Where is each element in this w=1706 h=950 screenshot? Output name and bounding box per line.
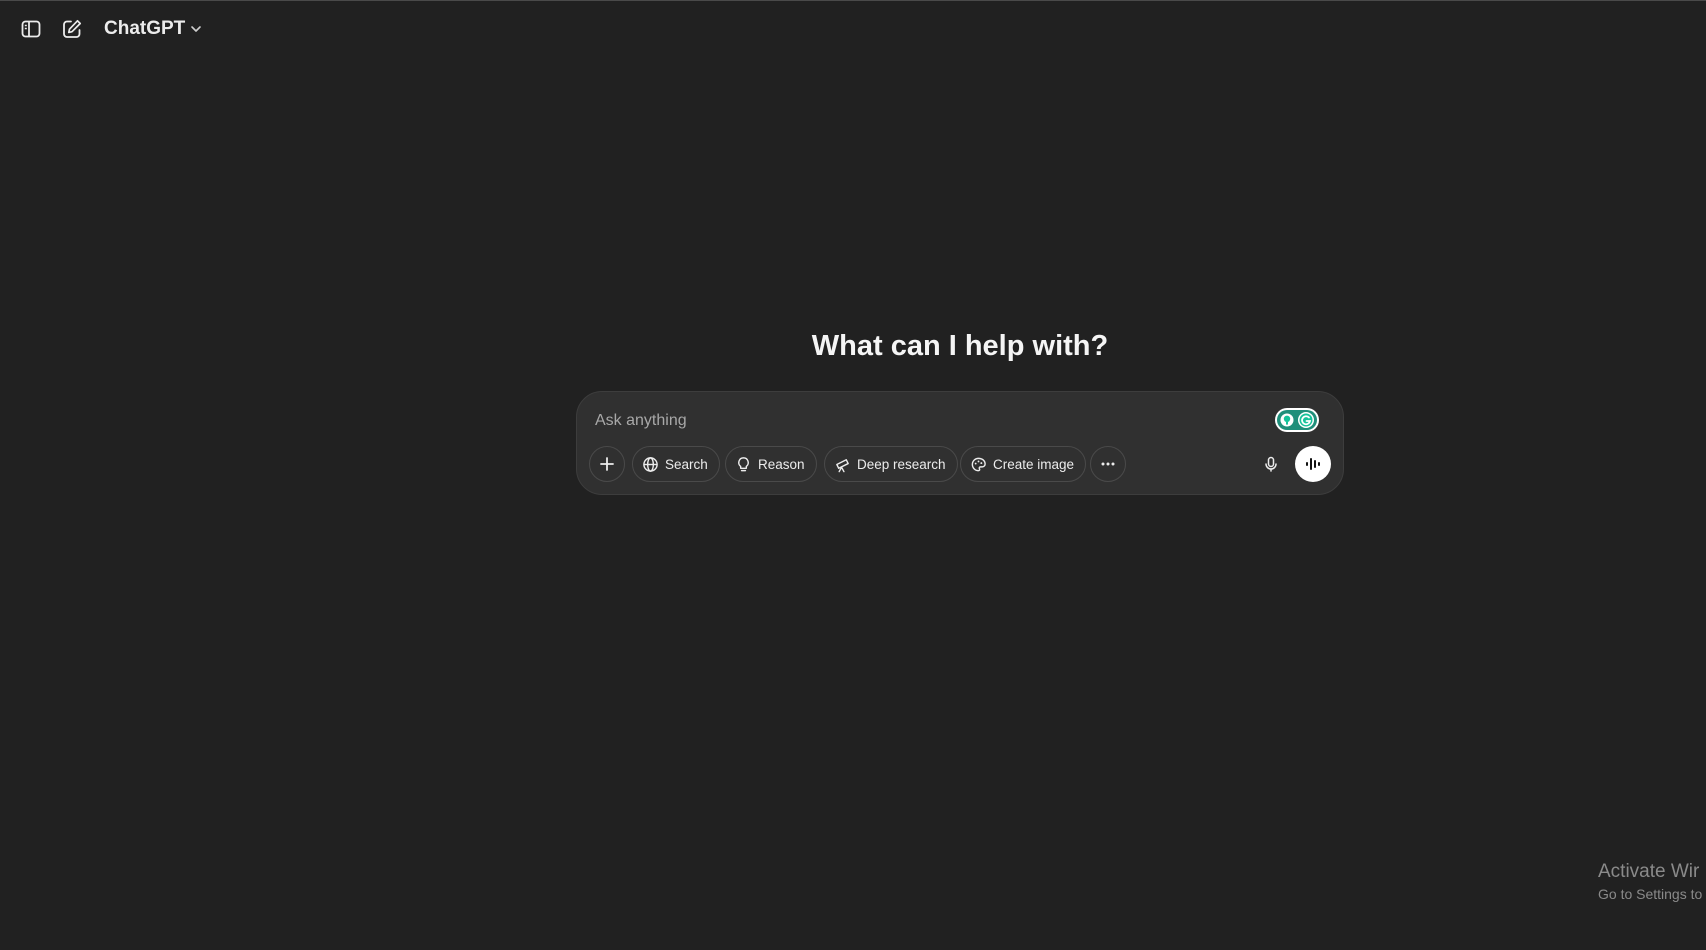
create-image-tool-button[interactable]: Create image [960,446,1087,482]
prompt-input[interactable]: Ask anything [595,409,1235,433]
reason-tool-button[interactable]: Reason [725,446,817,482]
lightbulb-icon [738,456,749,471]
sidebar-toggle-icon [21,20,41,38]
reason-tool-label: Reason [758,456,805,472]
model-name: ChatGPT [104,18,186,39]
watermark-line-2: Go to Settings to [1598,886,1703,902]
more-icon [1101,462,1115,466]
deep-research-tool-label: Deep research [857,456,946,472]
dictate-button[interactable] [1253,446,1289,482]
sidebar-toggle-button[interactable] [13,11,49,47]
new-chat-button[interactable] [54,11,90,47]
search-tool-button[interactable]: Search [632,446,720,482]
attach-button[interactable] [589,446,625,482]
grammarly-icon [1277,410,1317,430]
chevron-down-icon [191,26,202,32]
globe-icon [643,456,658,472]
voice-mode-button[interactable] [1295,446,1331,482]
voice-mode-icon [1306,458,1320,470]
windows-activation-watermark: Activate Wir Go to Settings to [1598,860,1706,910]
new-chat-icon [63,19,82,38]
watermark-line-1: Activate Wir [1598,861,1700,882]
search-tool-label: Search [665,456,708,472]
palette-icon [971,457,986,471]
telescope-icon [836,458,849,472]
top-bar: ChatGPT [0,0,1706,56]
plus-icon [600,457,614,471]
page-title: What can I help with? [811,330,1109,362]
model-selector[interactable]: ChatGPT [104,16,203,42]
more-tools-button[interactable] [1090,446,1126,482]
prompt-composer: Ask anything Search Reason Deep research… [576,391,1344,495]
grammarly-badge[interactable] [1275,408,1319,432]
microphone-icon [1265,456,1277,472]
deep-research-tool-button[interactable]: Deep research [824,446,958,482]
create-image-tool-label: Create image [993,456,1075,472]
